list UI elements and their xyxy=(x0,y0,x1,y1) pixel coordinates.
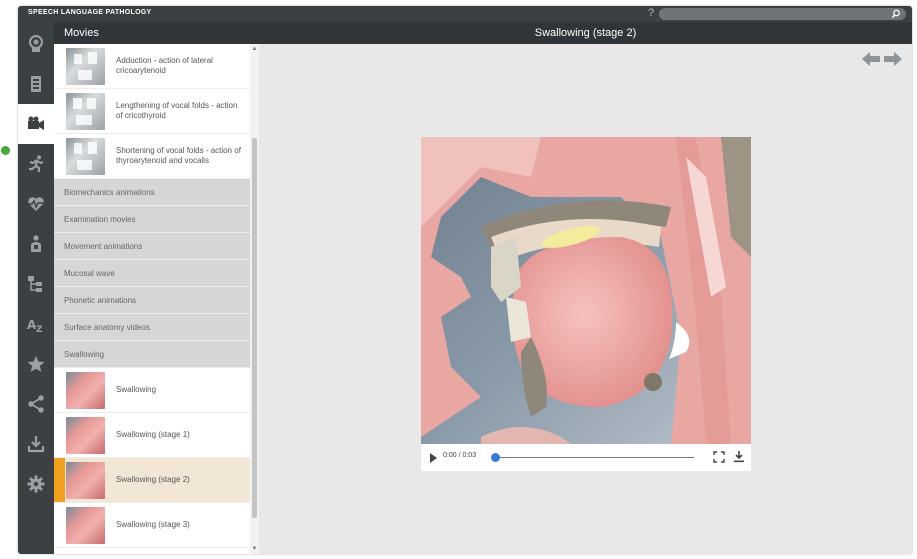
search-icon[interactable] xyxy=(891,9,901,19)
movie-label: Swallowing (stage 2) xyxy=(116,475,190,485)
movie-thumbnail xyxy=(66,93,105,130)
category-swallowing[interactable]: Swallowing xyxy=(54,341,250,368)
swallowing-anatomy-image xyxy=(421,137,751,444)
movie-label: Shortening of vocal folds - action of th… xyxy=(116,146,241,165)
top-bar: SPEECH LANGUAGE PATHOLOGY ? xyxy=(18,6,912,22)
cabinet-icon xyxy=(31,76,41,92)
rail-tree-button[interactable] xyxy=(18,264,54,304)
status-dot xyxy=(1,146,10,155)
rail-settings-button[interactable] xyxy=(18,464,54,504)
arrow-left-icon[interactable] xyxy=(862,52,880,66)
head-icon xyxy=(29,35,43,52)
category-surface-anatomy[interactable]: Surface anatomy videos xyxy=(54,314,250,341)
rail-cabinet-button[interactable] xyxy=(18,64,54,104)
rail-az-index-button[interactable]: AZ xyxy=(18,304,54,344)
fullscreen-icon[interactable] xyxy=(713,451,725,463)
panel-title: Movies xyxy=(54,22,259,44)
rail-favorites-button[interactable] xyxy=(18,344,54,384)
app-window: SPEECH LANGUAGE PATHOLOGY ? AZ Movies Sw… xyxy=(18,6,912,554)
search-input[interactable] xyxy=(659,8,906,20)
app-title: SPEECH LANGUAGE PATHOLOGY xyxy=(28,9,152,16)
movie-label: Swallowing (stage 3) xyxy=(116,520,190,530)
movie-label: Swallowing (stage 1) xyxy=(116,430,190,440)
list-item[interactable]: Lengthening of vocal folds - action of c… xyxy=(54,89,250,134)
category-biomechanics[interactable]: Biomechanics animations xyxy=(54,179,250,206)
video-player[interactable]: 0:00 / 0:03 xyxy=(421,137,751,471)
movie-label: Lengthening of vocal folds - action of c… xyxy=(116,101,238,120)
left-rail: AZ xyxy=(18,22,54,554)
svg-text:Z: Z xyxy=(36,325,43,334)
download-video-icon[interactable] xyxy=(733,450,745,463)
main-content: 0:00 / 0:03 xyxy=(259,44,912,554)
seek-bar[interactable] xyxy=(496,457,694,458)
scroll-down-icon[interactable]: ▼ xyxy=(251,546,258,552)
movie-label: Swallowing xyxy=(116,385,157,395)
category-examination[interactable]: Examination movies xyxy=(54,206,250,233)
movie-thumbnail xyxy=(66,417,105,454)
category-phonetic[interactable]: Phonetic animations xyxy=(54,287,250,314)
category-mucosal-wave[interactable]: Mucosal wave xyxy=(54,260,250,287)
seek-handle[interactable] xyxy=(491,453,500,462)
scroll-thumb[interactable] xyxy=(252,138,257,518)
list-item[interactable]: Swallowing xyxy=(54,368,250,413)
heartbeat-icon xyxy=(27,197,45,211)
arrow-right-icon[interactable] xyxy=(884,52,902,66)
body-icon xyxy=(31,235,41,252)
list-item[interactable]: Adduction - action of lateral cricoaryte… xyxy=(54,44,250,89)
list-item[interactable]: Shortening of vocal folds - action of th… xyxy=(54,134,250,179)
list-item[interactable]: Swallowing (stage 3) xyxy=(54,503,250,548)
play-icon[interactable] xyxy=(430,453,437,463)
rail-movies-button[interactable] xyxy=(18,104,54,144)
tree-icon xyxy=(28,276,42,292)
rail-movement-button[interactable] xyxy=(18,144,54,184)
rail-heartbeat-button[interactable] xyxy=(18,184,54,224)
star-icon xyxy=(27,356,45,372)
scroll-up-icon[interactable]: ▲ xyxy=(251,46,258,52)
rail-body-button[interactable] xyxy=(18,224,54,264)
download-icon xyxy=(27,436,45,453)
rail-download-button[interactable] xyxy=(18,424,54,464)
share-icon xyxy=(28,395,44,413)
az-index-icon: AZ xyxy=(27,318,43,334)
movie-thumbnail xyxy=(66,462,105,499)
list-scrollbar[interactable]: ▲ ▼ xyxy=(250,44,259,554)
video-frame[interactable] xyxy=(421,137,751,444)
list-item-selected[interactable]: Swallowing (stage 2) xyxy=(54,458,250,503)
movie-label: Adduction - action of lateral cricoaryte… xyxy=(116,56,213,75)
video-controls: 0:00 / 0:03 xyxy=(421,444,751,471)
video-title: Swallowing (stage 2) xyxy=(259,22,912,44)
video-camera-icon xyxy=(28,116,44,130)
time-display: 0:00 / 0:03 xyxy=(443,452,477,459)
category-movement[interactable]: Movement animations xyxy=(54,233,250,260)
movie-thumbnail xyxy=(66,48,105,85)
movie-thumbnail xyxy=(66,372,105,409)
rail-head-button[interactable] xyxy=(18,24,54,64)
movie-list: Adduction - action of lateral cricoaryte… xyxy=(54,44,259,554)
movie-thumbnail xyxy=(66,507,105,544)
running-person-icon xyxy=(29,155,44,172)
movie-thumbnail xyxy=(66,138,105,175)
nav-arrows xyxy=(862,52,902,66)
selection-marker xyxy=(54,458,65,502)
list-item[interactable]: Swallowing (stage 1) xyxy=(54,413,250,458)
help-button[interactable]: ? xyxy=(648,7,654,19)
rail-share-button[interactable] xyxy=(18,384,54,424)
gear-icon xyxy=(27,475,45,493)
